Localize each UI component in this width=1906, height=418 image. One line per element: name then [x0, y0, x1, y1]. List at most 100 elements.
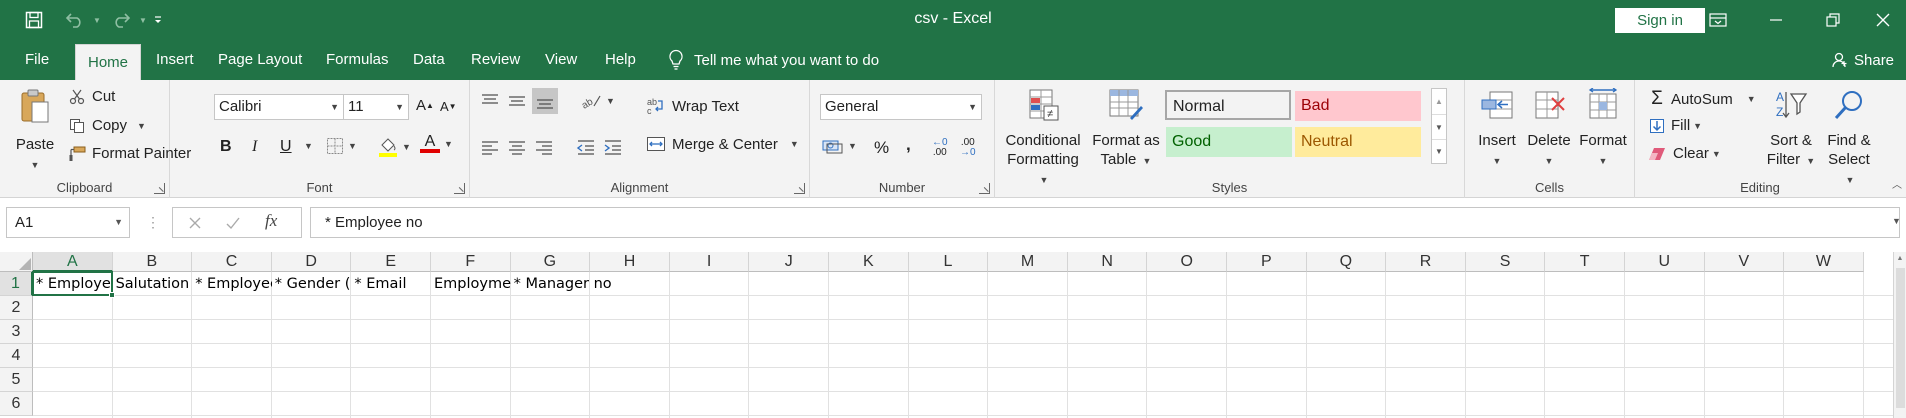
row-header-5[interactable]: 5	[0, 368, 33, 392]
merge-center-button[interactable]: Merge & Center ▼	[644, 135, 799, 153]
font-color-dropdown-icon[interactable]: ▼	[444, 139, 453, 149]
font-launcher-icon[interactable]	[454, 183, 465, 194]
column-header-f[interactable]: F	[431, 252, 511, 272]
style-good[interactable]: Good	[1166, 127, 1292, 157]
column-header-w[interactable]: W	[1784, 252, 1864, 272]
cell-d1[interactable]: * Gender (M/F)	[272, 272, 352, 296]
enter-entry-icon[interactable]	[225, 215, 241, 235]
fill-color-button[interactable]: ▼	[378, 136, 411, 158]
align-left-button[interactable]	[480, 138, 500, 156]
fill-color-dropdown-icon[interactable]: ▼	[402, 142, 411, 152]
number-format-combo[interactable]: General ▼	[820, 94, 982, 120]
font-name-combo[interactable]: Calibri ▼	[214, 94, 344, 120]
column-header-o[interactable]: O	[1147, 252, 1227, 272]
name-box[interactable]: A1 ▼	[6, 207, 130, 238]
row-header-4[interactable]: 4	[0, 344, 33, 368]
collapse-ribbon-icon[interactable]: ︿	[1892, 176, 1902, 191]
format-cells-button[interactable]: Format ▼	[1575, 87, 1631, 171]
percent-style-button[interactable]: %	[874, 138, 889, 158]
delete-cells-button[interactable]: Delete ▼	[1523, 88, 1575, 171]
tab-view[interactable]: View	[545, 40, 577, 80]
scroll-thumb[interactable]	[1896, 268, 1905, 408]
column-header-d[interactable]: D	[271, 252, 352, 272]
styles-gallery-scroll[interactable]: ▲ ▼ ▼	[1431, 88, 1447, 164]
column-header-l[interactable]: L	[908, 252, 989, 272]
fill-handle[interactable]	[108, 292, 115, 298]
cell-f1[interactable]: Employment type	[431, 272, 511, 296]
find-select-button[interactable]: Find & Select ▼	[1821, 88, 1877, 190]
column-header-n[interactable]: N	[1067, 252, 1148, 272]
column-header-b[interactable]: B	[112, 252, 193, 272]
align-center-button[interactable]	[507, 138, 527, 156]
vertical-scrollbar[interactable]: ▲	[1893, 252, 1906, 418]
underline-dropdown-icon[interactable]: ▼	[300, 141, 313, 151]
cut-button[interactable]: Cut	[66, 88, 115, 105]
conditional-formatting-button[interactable]: ≠ Conditional Formatting ▼	[1005, 88, 1081, 190]
tab-file[interactable]: File	[25, 40, 49, 80]
column-header-s[interactable]: S	[1465, 252, 1546, 272]
column-header-q[interactable]: Q	[1306, 252, 1387, 272]
minimize-icon[interactable]	[1753, 6, 1799, 34]
accounting-dropdown-icon[interactable]: ▼	[848, 141, 857, 151]
column-header-r[interactable]: R	[1386, 252, 1466, 272]
row-header-2[interactable]: 2	[0, 296, 33, 320]
tab-page-layout[interactable]: Page Layout	[218, 40, 302, 80]
autosum-dropdown-icon[interactable]: ▼	[1747, 94, 1756, 104]
row-header-6[interactable]: 6	[0, 392, 33, 416]
number-launcher-icon[interactable]	[979, 183, 990, 194]
align-middle-button[interactable]	[507, 92, 527, 110]
clear-dropdown-icon[interactable]: ▼	[1712, 149, 1721, 159]
tab-insert[interactable]: Insert	[156, 40, 194, 80]
sign-in-button[interactable]: Sign in	[1615, 8, 1705, 33]
copy-button[interactable]: Copy ▼	[66, 117, 146, 134]
font-color-button[interactable]: A ▼	[420, 134, 453, 153]
column-header-e[interactable]: E	[351, 252, 431, 272]
wrap-text-button[interactable]: ab c Wrap Text	[644, 96, 739, 116]
tab-help[interactable]: Help	[605, 40, 636, 80]
font-size-combo[interactable]: 11 ▼	[343, 94, 409, 120]
tell-me-search[interactable]: Tell me what you want to do	[668, 40, 879, 80]
format-as-table-dropdown-icon[interactable]: ▼	[1143, 156, 1152, 166]
column-header-v[interactable]: V	[1704, 252, 1785, 272]
worksheet-grid[interactable]: ABCDEFGHIJKLMNOPQRSTUVW 123456 * Employe…	[0, 252, 1906, 418]
increase-decimal-button[interactable]: ←0 .00	[932, 138, 948, 158]
share-button[interactable]: Share	[1832, 40, 1894, 80]
name-box-dropdown-icon[interactable]: ▼	[114, 208, 123, 237]
format-cells-dropdown-icon[interactable]: ▼	[1599, 156, 1608, 166]
cell-b1[interactable]: Salutation	[113, 272, 193, 296]
column-header-c[interactable]: C	[192, 252, 272, 272]
copy-dropdown-icon[interactable]: ▼	[137, 121, 146, 131]
number-format-dropdown-icon[interactable]: ▼	[968, 95, 977, 119]
merge-center-dropdown-icon[interactable]: ▼	[790, 139, 799, 149]
bold-button[interactable]: B	[220, 138, 232, 156]
column-header-i[interactable]: I	[669, 252, 750, 272]
decrease-decimal-button[interactable]: .00 →0	[960, 138, 976, 158]
insert-cells-dropdown-icon[interactable]: ▼	[1493, 156, 1502, 166]
orientation-dropdown-icon[interactable]: ▼	[606, 96, 615, 106]
insert-function-icon[interactable]: fx	[265, 211, 277, 231]
cell-e1[interactable]: * Email	[351, 272, 431, 296]
orientation-button[interactable]: ab ▼	[580, 92, 615, 110]
decrease-font-size-icon[interactable]: A ▼	[440, 99, 457, 114]
insert-cells-button[interactable]: Insert ▼	[1471, 88, 1523, 171]
gallery-down-icon[interactable]: ▼	[1432, 114, 1446, 139]
formula-input[interactable]: * Employee no	[310, 207, 1900, 238]
align-right-button[interactable]	[534, 138, 554, 156]
tab-home[interactable]: Home	[75, 44, 142, 80]
paste-button[interactable]: Paste ▼	[10, 88, 60, 175]
scroll-up-icon[interactable]: ▲	[1894, 252, 1906, 266]
sort-filter-dropdown-icon[interactable]: ▼	[1806, 156, 1815, 166]
font-size-dropdown-icon[interactable]: ▼	[395, 95, 404, 119]
decrease-indent-button[interactable]	[576, 138, 596, 156]
align-bottom-button[interactable]	[532, 88, 558, 114]
cell-c1[interactable]: * Employee name	[192, 272, 272, 296]
clipboard-launcher-icon[interactable]	[154, 183, 165, 194]
style-normal[interactable]: Normal	[1165, 90, 1291, 120]
select-all-corner[interactable]	[0, 252, 33, 272]
paste-dropdown-icon[interactable]: ▼	[31, 160, 40, 170]
accounting-format-button[interactable]: ▼	[822, 138, 857, 154]
column-header-j[interactable]: J	[749, 252, 829, 272]
gallery-more-icon[interactable]: ▼	[1432, 139, 1446, 163]
column-header-u[interactable]: U	[1625, 252, 1705, 272]
align-top-button[interactable]	[480, 92, 500, 110]
